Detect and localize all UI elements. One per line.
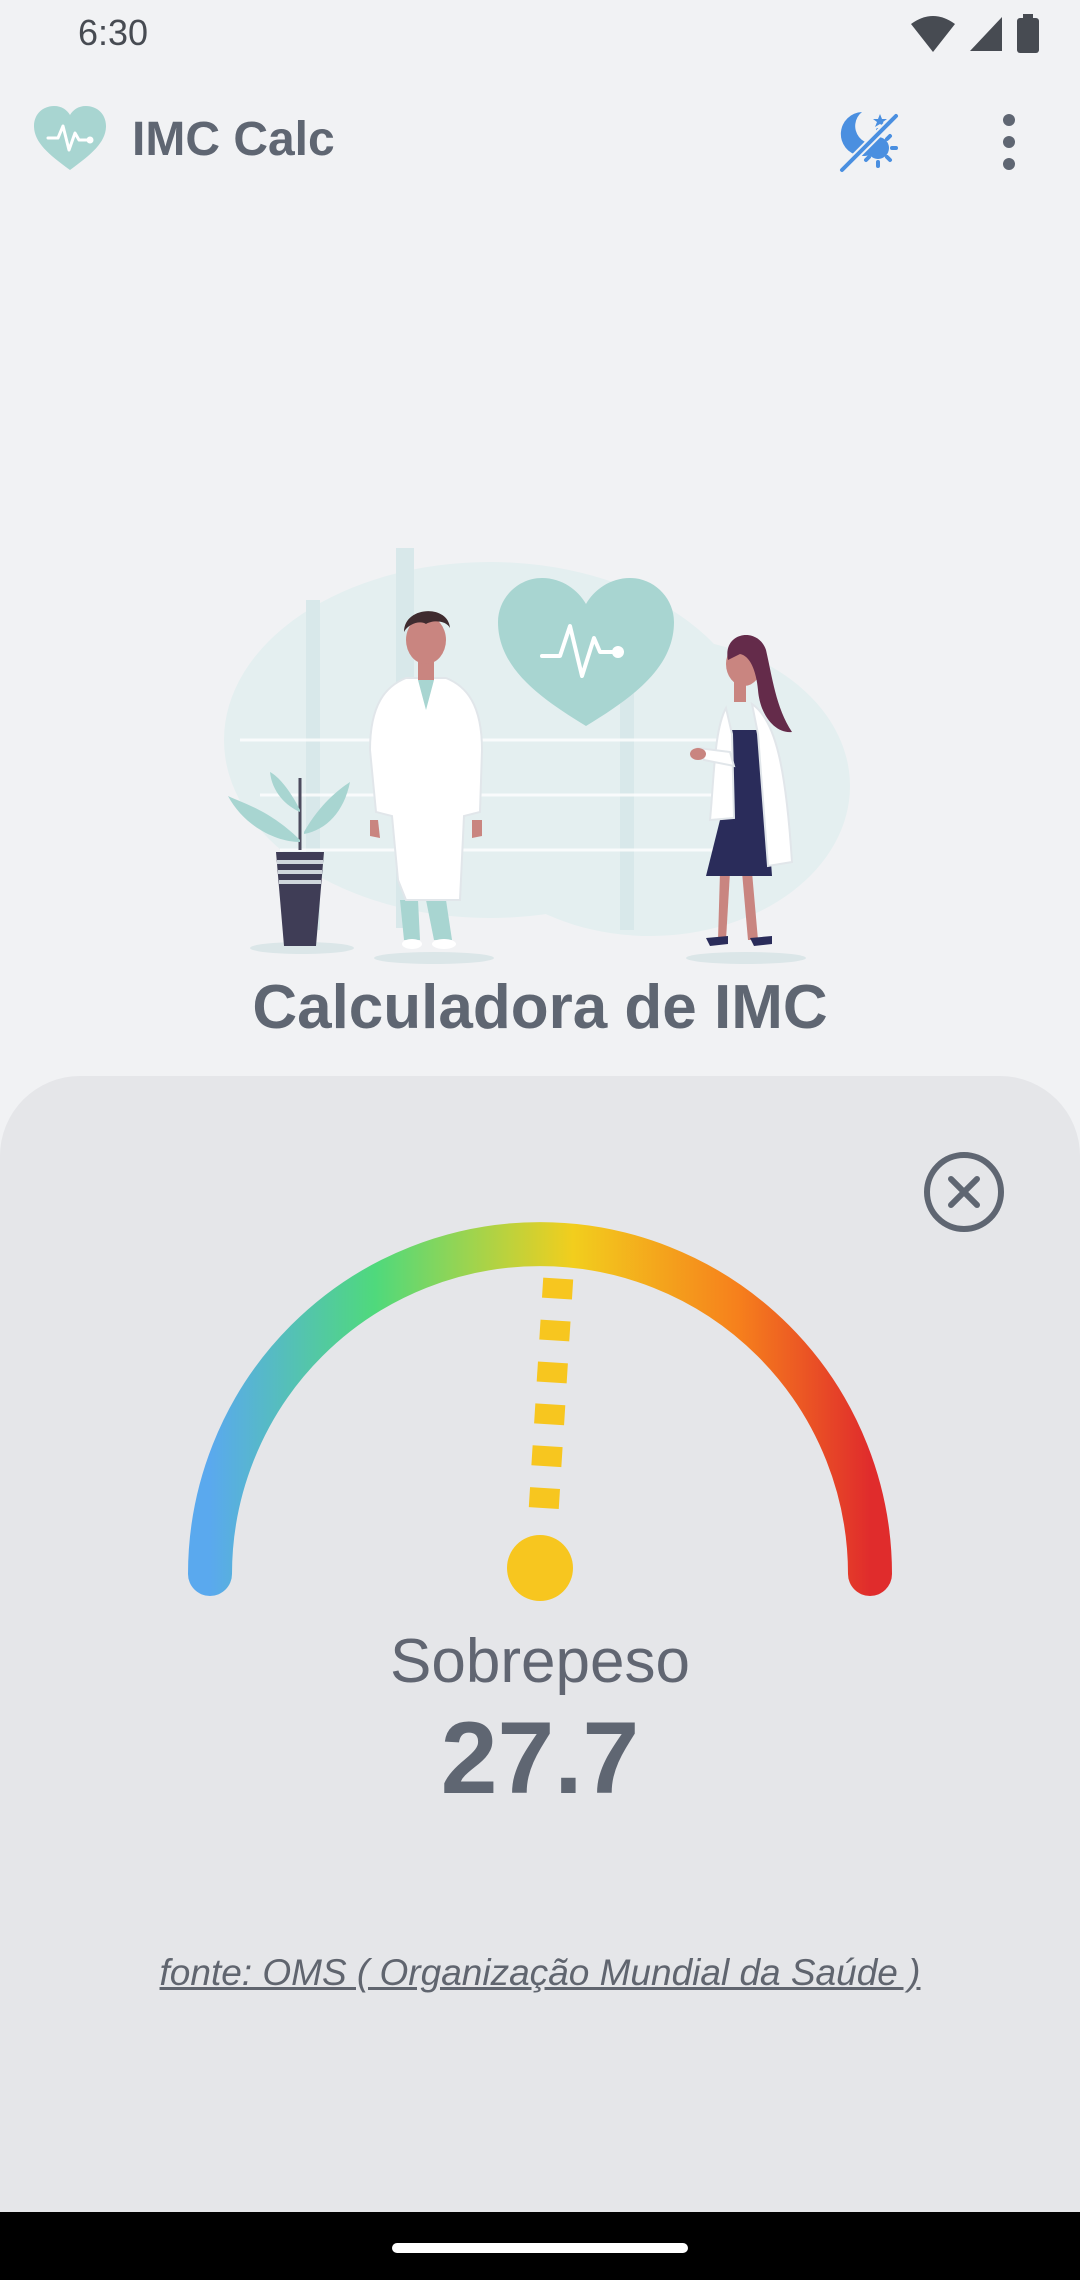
close-circle-icon — [924, 1152, 1004, 1232]
needle-segment — [539, 1319, 571, 1342]
status-time: 6:30 — [78, 12, 149, 53]
status-icons — [910, 14, 1040, 54]
needle-segment — [542, 1277, 574, 1300]
more-vertical-icon — [1003, 114, 1015, 170]
needle-segment — [536, 1361, 568, 1384]
doctors-illustration — [224, 548, 850, 964]
night-day-toggle-icon — [839, 112, 899, 173]
needle-segment — [534, 1403, 566, 1426]
gauge-pivot — [507, 1535, 573, 1601]
app-title: IMC Calc — [132, 113, 335, 166]
gauge-needle — [528, 1277, 574, 1510]
needle-segment — [531, 1445, 563, 1468]
page-heading: Calculadora de IMC — [252, 973, 828, 1042]
app-bar: IMC Calc — [0, 72, 1080, 208]
home-indicator[interactable] — [392, 2243, 688, 2253]
needle-segment — [528, 1487, 560, 1510]
signal-icon — [970, 17, 1002, 51]
bmi-value: 27.7 — [440, 1701, 640, 1815]
more-options-button[interactable] — [980, 100, 1038, 184]
close-button[interactable] — [922, 1150, 1006, 1234]
bmi-gauge — [188, 1222, 892, 1601]
theme-toggle-button[interactable] — [826, 100, 910, 184]
wifi-icon — [911, 16, 955, 52]
source-link[interactable]: fonte: OMS ( Organização Mundial da Saúd… — [0, 1952, 1080, 1994]
bmi-category: Sobrepeso — [390, 1627, 690, 1696]
heart-pulse-icon — [34, 106, 106, 170]
status-bar: 6:30 — [0, 0, 1080, 72]
battery-icon — [1017, 14, 1039, 53]
